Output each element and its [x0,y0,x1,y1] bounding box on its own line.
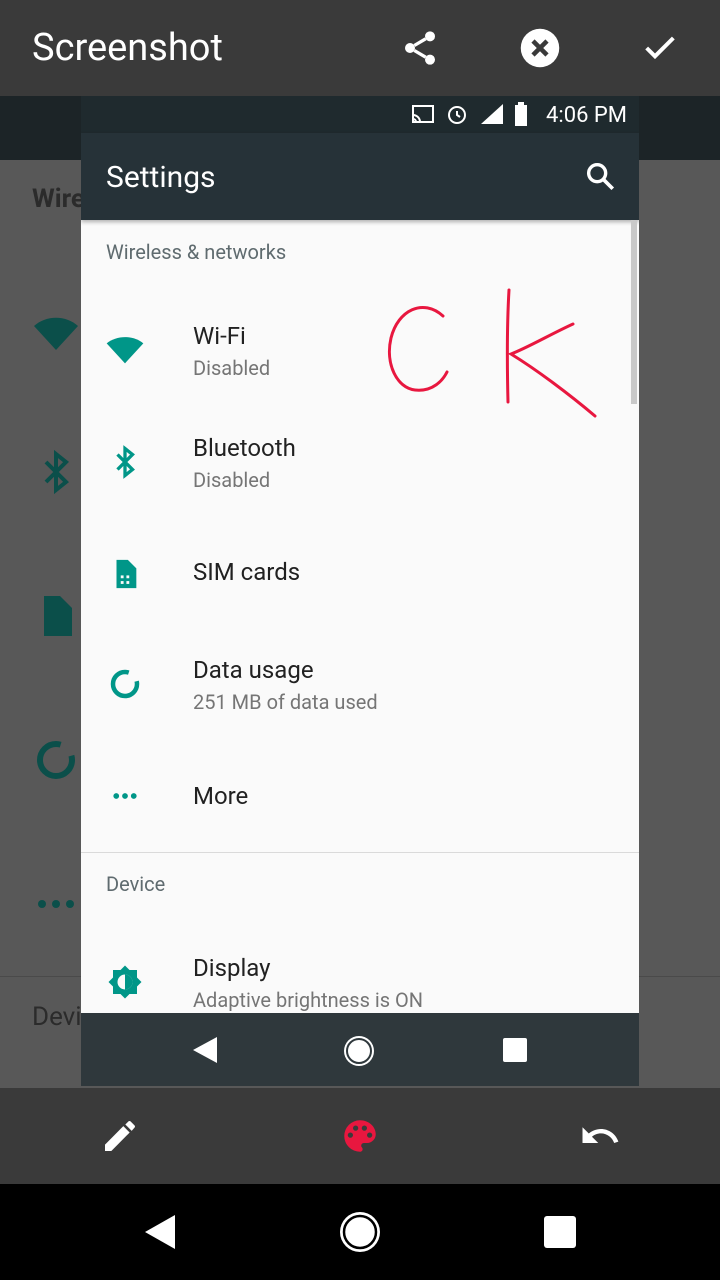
confirm-button[interactable] [636,24,684,72]
recents-icon [503,1038,527,1062]
section-device: Device [106,872,166,896]
sim-card-icon [101,550,149,598]
system-back-button[interactable] [136,1208,184,1256]
edit-toolbar [0,1088,720,1184]
recents-icon [544,1216,576,1248]
discard-button[interactable] [516,24,564,72]
background-data-usage-icon [37,741,75,779]
section-divider [81,852,639,853]
settings-item-sim-cards[interactable]: SIM cards [81,524,633,624]
scrollbar[interactable] [631,220,637,404]
screenshot-preview: 4:06 PM Settings Wireless & networks Wi-… [81,96,639,1086]
share-button[interactable] [396,24,444,72]
home-icon [344,1036,374,1066]
background-sim-icon [44,596,72,636]
cast-icon [412,105,434,123]
screenshot-header: Screenshot [0,0,720,96]
battery-icon [515,102,527,126]
item-title: SIM cards [193,558,301,586]
more-icon [101,772,149,820]
item-subtitle: 251 MB of data used [193,690,378,714]
settings-item-more[interactable]: More [81,748,633,848]
back-icon [193,1037,217,1063]
settings-item-data-usage[interactable]: Data usage 251 MB of data used [81,630,633,730]
alarm-icon [448,106,466,124]
item-subtitle: Disabled [193,468,271,492]
palette-icon [344,1120,376,1152]
signal-icon [481,104,503,124]
background-wifi-icon [34,317,78,350]
home-icon [340,1212,380,1252]
item-title: Display [193,954,271,982]
item-subtitle: Adaptive brightness is ON [193,988,424,1012]
settings-appbar: Settings [81,133,639,220]
item-title: More [193,782,249,810]
color-button[interactable] [336,1112,384,1160]
wifi-icon [101,326,149,374]
pencil-icon [105,1121,135,1151]
status-time: 4:06 PM [546,103,627,128]
back-icon [145,1215,175,1249]
system-recents-button[interactable] [536,1208,584,1256]
check-icon [645,36,675,60]
data-usage-icon [101,660,149,708]
background-more-icon [38,900,74,908]
item-title: Wi-Fi [193,322,246,350]
preview-nav-bar [81,1013,639,1086]
draw-button[interactable] [96,1112,144,1160]
search-icon[interactable] [583,159,617,193]
handwritten-ck-annotation [388,288,597,418]
close-circle-icon [520,28,560,68]
brightness-icon [101,958,149,1006]
system-home-button[interactable] [336,1208,384,1256]
item-subtitle: Disabled [193,356,271,380]
share-icon [405,31,435,65]
bluetooth-icon [101,438,149,486]
system-nav-bar [0,1184,720,1280]
status-bar: 4:06 PM [81,96,639,133]
background-bluetooth-icon [44,449,69,495]
settings-item-display[interactable]: Display Adaptive brightness is ON [81,926,633,1026]
section-wireless: Wireless & networks [106,240,287,264]
settings-title: Settings [106,160,216,195]
item-title: Bluetooth [193,434,296,462]
header-title: Screenshot [32,26,223,70]
undo-icon [582,1127,619,1143]
undo-button[interactable] [576,1112,624,1160]
item-title: Data usage [193,656,314,684]
